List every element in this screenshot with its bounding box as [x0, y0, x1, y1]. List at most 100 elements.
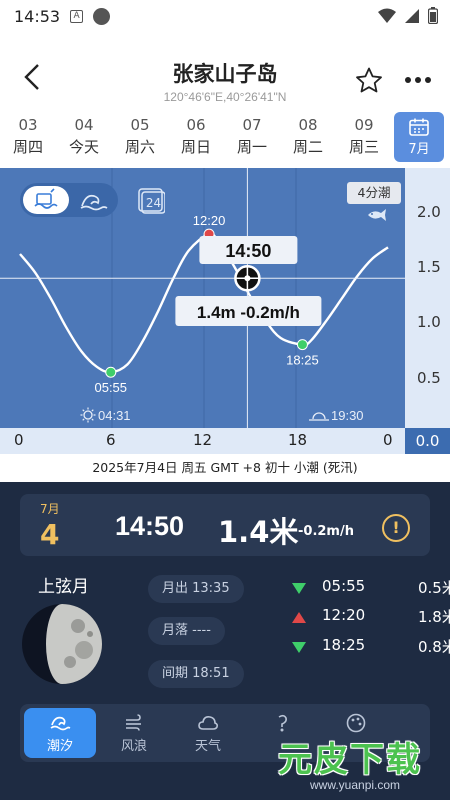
x-tick-label: 18 [288, 431, 308, 449]
moon-image [22, 604, 102, 684]
sunrise-icon [83, 410, 93, 420]
cloud-icon [198, 716, 219, 730]
calendar-icon [409, 118, 429, 136]
y-tick-label: 2.0 [417, 203, 441, 221]
moonset-pill: 月落 ---- [148, 617, 225, 645]
tide-time: 05:55 [322, 577, 366, 595]
status-indicators [378, 7, 438, 24]
date-item[interactable]: 08 周二 [280, 110, 336, 166]
alert-icon[interactable]: ! [382, 514, 410, 542]
nav-label: 潮汐 [46, 739, 73, 754]
nav-tide[interactable]: 潮汐 [24, 708, 96, 758]
y-zero-label: 0.0 [405, 428, 450, 454]
date-weekday: 周一 [236, 138, 267, 156]
tide-table-row: 05:55 0.5米 [292, 577, 450, 599]
interval-pill: 间期 18:51 [148, 660, 244, 688]
interval-badge[interactable]: 4分潮 [347, 182, 401, 204]
date-item[interactable]: 07 周一 [224, 110, 280, 166]
y-tick-label: 1.5 [417, 258, 441, 276]
date-item[interactable]: 04 今天 [56, 110, 112, 166]
current-time: 14:50 [115, 511, 185, 541]
date-item[interactable]: 06 周日 [168, 110, 224, 166]
moonrise-pill: 月出 13:35 [148, 575, 244, 603]
date-number: 07 [242, 116, 262, 134]
nav-label: 风浪 [120, 739, 147, 754]
watermark-url: www.yuanpi.com [310, 778, 401, 792]
low-tide-triangle-icon [292, 582, 306, 594]
notification-dot-icon [93, 7, 111, 25]
current-day: 4 [40, 518, 60, 551]
sun-ray [91, 418, 94, 421]
signal-icon [405, 8, 419, 23]
low-tide-triangle-icon [292, 641, 306, 653]
date-weekday: 周四 [12, 138, 43, 156]
date-number: 03 [18, 116, 38, 134]
x-tick-label: 12 [193, 431, 213, 449]
battery-icon [428, 7, 438, 24]
month-calendar-button[interactable]: 7月 [394, 112, 444, 162]
date-number: 08 [298, 116, 318, 134]
tide-table-row: 12:20 1.8米 [292, 606, 450, 628]
x-tick-label: 0 [14, 431, 24, 449]
x-axis: 0 6 12 18 0 [0, 428, 405, 454]
y-tick-label: 0.5 [417, 369, 441, 387]
sun-ray [91, 409, 94, 412]
date-item[interactable]: 03 周四 [0, 110, 56, 166]
tide-table-row: 18:25 0.8米 [292, 636, 450, 658]
date-number: 06 [186, 116, 206, 134]
extremum-time-label: 12:20 [193, 213, 226, 228]
date-weekday: 今天 [68, 138, 99, 156]
sunset-time: 19:30 [331, 408, 364, 423]
wifi-icon [378, 8, 396, 23]
wind-icon [126, 714, 141, 731]
date-weekday: 周三 [348, 138, 379, 156]
tide-height: 0.8米 [418, 638, 450, 656]
header: 张家山子岛 120°46'6"E,40°26'41"N [0, 32, 450, 110]
sunrise-time: 04:31 [98, 408, 131, 423]
fish-icon[interactable] [365, 208, 387, 222]
status-bar: 14:53 A [0, 0, 450, 32]
y-axis: 2.0 1.5 1.0 0.5 [405, 168, 450, 428]
calendar-day-number: 24 [146, 196, 161, 210]
tide-height: 0.5米 [418, 579, 450, 597]
watermark: 元皮下载 www.yuanpi.com [270, 732, 450, 800]
moon-phase-label: 上弦月 [38, 577, 89, 597]
more-dots-icon[interactable] [403, 70, 433, 90]
status-time: 14:53 [14, 6, 61, 26]
extremum-time-label: 05:55 [94, 380, 127, 395]
high-tide-triangle-icon [292, 611, 306, 623]
sun-ray [82, 409, 85, 412]
calendar-24-icon: 24 [138, 188, 166, 214]
date-weekday: 周二 [292, 138, 323, 156]
crosshair-center [244, 275, 251, 282]
current-height: 1.4米 [218, 515, 299, 549]
favorite-star-icon[interactable] [354, 66, 384, 96]
wave-mode-button[interactable] [74, 186, 114, 214]
date-item[interactable]: 09 周三 [336, 110, 392, 166]
nav-wind[interactable]: 风浪 [98, 708, 170, 758]
tide-mode-button[interactable] [23, 186, 69, 214]
x-tick-label: 0 [383, 431, 393, 449]
low-tide-marker [296, 339, 308, 351]
sunset-icon [312, 412, 326, 420]
watermark-logo-text: 元皮下载 [278, 740, 422, 780]
date-selector: 03 周四 04 今天 05 周六 06 周日 07 周一 08 周二 09 周三 7月 [0, 110, 450, 166]
tide-icon [50, 716, 71, 731]
current-rate: -0.2m/h [298, 524, 354, 539]
month-label: 7月 [408, 142, 430, 157]
palette-icon [346, 713, 366, 733]
wave-mode-icon [80, 194, 108, 211]
date-number: 09 [354, 116, 374, 134]
nav-label: 天气 [194, 739, 221, 754]
current-month: 7月 [40, 502, 60, 516]
tide-mode-icon [34, 188, 58, 209]
y-tick-label: 1.0 [417, 313, 441, 331]
fishing-icon [278, 714, 287, 732]
date-number: 04 [74, 116, 94, 134]
tide-height: 1.8米 [418, 608, 450, 626]
sun-ray [82, 418, 85, 421]
tide-time: 12:20 [322, 606, 366, 624]
nav-weather[interactable]: 天气 [172, 708, 244, 758]
date-item[interactable]: 05 周六 [112, 110, 168, 166]
day-calendar-button[interactable]: 24 [137, 186, 166, 214]
